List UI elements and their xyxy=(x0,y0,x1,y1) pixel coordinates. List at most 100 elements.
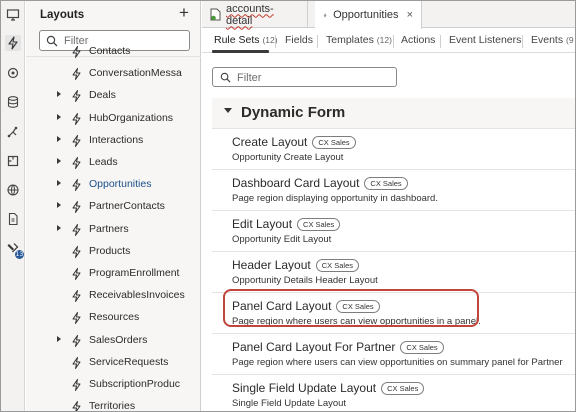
layout-title[interactable]: Dashboard Card Layout xyxy=(232,176,359,190)
tree-item-label: Leads xyxy=(89,156,118,168)
bolt-icon xyxy=(71,68,82,81)
tree-item-label: Resources xyxy=(89,311,140,324)
bolt-icon xyxy=(323,12,327,18)
rule-set-list: Dynamic Form Create Layout CX Sales Opport… xyxy=(212,98,575,411)
layout-description: Page region displaying opportunity in da… xyxy=(232,193,438,204)
app-window: 13 Layouts + Contacts ConversationMessa De… xyxy=(0,0,576,412)
document-icon[interactable] xyxy=(5,211,21,227)
chevron-down-icon[interactable] xyxy=(224,108,232,113)
tab-fields[interactable]: Fields xyxy=(285,34,313,46)
tree-item[interactable]: PartnerContacts xyxy=(26,197,201,219)
tab-accounts-detail[interactable]: accounts-detail xyxy=(202,1,308,28)
tree-item[interactable]: ReceivablesInvoices xyxy=(26,286,201,308)
database-icon[interactable] xyxy=(5,94,21,110)
file-icon xyxy=(210,8,221,21)
bolt-icon xyxy=(71,245,82,258)
globe-icon[interactable] xyxy=(5,182,21,198)
chevron-right-icon[interactable] xyxy=(57,135,61,142)
chevron-right-icon[interactable] xyxy=(57,180,61,187)
navigator-title: Layouts xyxy=(40,9,85,21)
tree-item-label: HubOrganizations xyxy=(89,111,174,124)
layouts-navigator: Layouts + Contacts ConversationMessa Deals… xyxy=(26,1,201,412)
tree-item-label: Interactions xyxy=(89,133,144,146)
layout-title[interactable]: Header Layout xyxy=(232,258,311,272)
tree-item[interactable]: Resources xyxy=(26,308,201,330)
tree-item-label: SubscriptionProduc xyxy=(89,378,181,390)
tree-item[interactable]: Deals xyxy=(26,86,201,108)
layout-item[interactable]: Edit Layout CX Sales Opportunity Edit Layo… xyxy=(212,210,575,251)
layout-description: Page region where users can view opportu… xyxy=(232,357,563,368)
tree-item[interactable]: Opportunities xyxy=(26,175,201,197)
dynamic-form-group[interactable]: Dynamic Form xyxy=(212,98,575,128)
tree-item[interactable]: SalesOrders xyxy=(26,331,201,353)
search-icon xyxy=(220,72,231,83)
chevron-right-icon[interactable] xyxy=(57,91,61,98)
tree-item[interactable]: Territories xyxy=(26,397,201,412)
monitor-icon[interactable] xyxy=(5,7,21,23)
tree-item-label: Partners xyxy=(89,222,129,235)
tab-opportunities[interactable]: Opportunities × xyxy=(315,1,422,29)
tree-item-label: ServiceRequests xyxy=(89,355,169,368)
tree-item[interactable]: Interactions xyxy=(26,131,201,153)
bolt-icon xyxy=(71,312,82,325)
editor-tab-strip: accounts-detail Opportunities × xyxy=(202,1,575,29)
layout-title[interactable]: Create Layout xyxy=(232,135,307,149)
tree-item[interactable]: Leads xyxy=(26,153,201,175)
layout-item[interactable]: Single Field Update Layout CX Sales Single… xyxy=(212,374,575,411)
tree-item[interactable]: ServiceRequests xyxy=(26,353,201,375)
tree-item-label: Contacts xyxy=(89,45,131,57)
layout-title[interactable]: Panel Card Layout For Partner xyxy=(232,340,395,354)
tab-templates[interactable]: Templates (12) xyxy=(326,34,392,46)
tree-item-label: Products xyxy=(89,244,131,257)
chevron-right-icon[interactable] xyxy=(57,202,61,209)
component-icon[interactable] xyxy=(5,153,21,169)
tab-separator xyxy=(275,35,276,48)
layout-title[interactable]: Single Field Update Layout xyxy=(232,381,376,395)
bolt-icon xyxy=(71,157,82,169)
tab-actions[interactable]: Actions xyxy=(401,34,435,46)
tools-icon[interactable]: 13 xyxy=(5,240,24,259)
sub-tab-bar: Rule Sets (12) Fields Templates (12) Act… xyxy=(202,29,575,53)
tab-rule-sets[interactable]: Rule Sets (12) xyxy=(214,34,278,46)
business-object-icon[interactable] xyxy=(5,65,21,81)
layout-item[interactable]: Header Layout CX Sales Opportunity Details… xyxy=(212,251,575,292)
cx-sales-badge: CX Sales xyxy=(312,136,356,149)
tree-item[interactable]: Contacts xyxy=(26,42,201,64)
tree-item[interactable]: SubscriptionProduc xyxy=(26,375,201,397)
layout-title-row: Single Field Update Layout CX Sales xyxy=(232,381,425,395)
tree-item[interactable]: ProgramEnrollment xyxy=(26,264,201,286)
filter-input[interactable] xyxy=(237,70,387,85)
tab-separator xyxy=(317,35,318,48)
bolt-icon xyxy=(71,356,82,369)
tab-event-listeners[interactable]: Event Listeners xyxy=(449,34,521,46)
tree-item-label: PartnerContacts xyxy=(89,200,165,213)
layout-description: Opportunity Edit Layout xyxy=(232,234,332,245)
tree-item-label: Territories xyxy=(89,400,136,412)
tree-item-label: Deals xyxy=(89,89,116,102)
layout-title-row: Dashboard Card Layout CX Sales xyxy=(232,176,408,190)
chevron-right-icon[interactable] xyxy=(57,113,61,120)
chevron-right-icon[interactable] xyxy=(57,224,61,231)
layout-item[interactable]: Panel Card Layout For Partner CX Sales Pag… xyxy=(212,333,575,374)
bolt-icon xyxy=(71,379,82,391)
layout-item[interactable]: Dashboard Card Layout CX Sales Page region… xyxy=(212,169,575,210)
tab-events[interactable]: Events (9 xyxy=(531,34,574,46)
chevron-right-icon[interactable] xyxy=(57,335,61,342)
tree-item[interactable]: Products xyxy=(26,242,201,264)
layout-title[interactable]: Edit Layout xyxy=(232,217,292,231)
close-tab-icon[interactable]: × xyxy=(407,9,413,21)
tab-label: Opportunities xyxy=(333,9,399,21)
process-icon[interactable] xyxy=(5,124,21,140)
tree-item-label: ProgramEnrollment xyxy=(89,267,180,279)
cx-sales-badge: CX Sales xyxy=(364,177,408,190)
add-layout-button[interactable]: + xyxy=(176,4,192,22)
cx-sales-badge: CX Sales xyxy=(400,341,444,354)
chevron-right-icon[interactable] xyxy=(57,158,61,164)
tree-item[interactable]: ConversationMessa xyxy=(26,64,201,86)
layout-item[interactable]: Create Layout CX Sales Opportunity Create … xyxy=(212,128,575,169)
tree-item[interactable]: Partners xyxy=(26,220,201,242)
layout-description: Single Field Update Layout xyxy=(232,398,347,409)
bolt-icon[interactable] xyxy=(5,35,21,51)
tree-item[interactable]: HubOrganizations xyxy=(26,109,201,131)
tab-separator xyxy=(393,35,394,48)
